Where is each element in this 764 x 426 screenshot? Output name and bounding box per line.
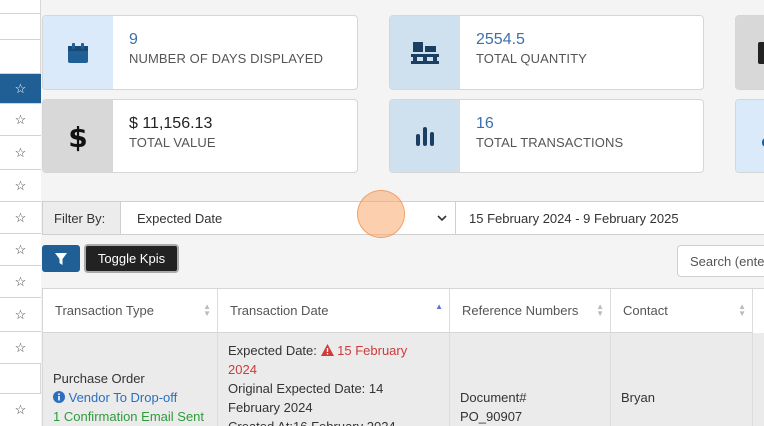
created-at-date: Created At:16 February 2024	[228, 417, 449, 426]
sidebar-row-blank	[0, 14, 41, 40]
dollar-icon: $	[68, 121, 87, 152]
column-header-label: Reference Numbers	[462, 303, 579, 318]
kpi-icon-box: $	[43, 100, 113, 172]
search-input[interactable]: Search (ente	[677, 245, 764, 277]
funnel-icon	[55, 252, 67, 265]
info-icon	[53, 391, 65, 403]
original-expected-date-cont: February 2024	[228, 400, 313, 415]
kpi-total-value: $ $ 11,156.13 TOTAL VALUE	[42, 99, 358, 173]
sidebar-row-blank	[0, 0, 41, 14]
column-header-label: Transaction Type	[55, 303, 154, 318]
warning-icon	[320, 344, 334, 356]
filter-button[interactable]	[42, 245, 80, 272]
kpi-icon-box	[736, 100, 764, 172]
sidebar-favorite-row[interactable]: ☆	[0, 202, 41, 234]
expected-date-value: 15 February	[337, 343, 408, 358]
cell-reference-numbers: Document# PO_90907	[450, 333, 611, 426]
sidebar-favorite-row[interactable]: ☆	[0, 234, 41, 266]
kpi-total-transactions: 16 TOTAL TRANSACTIONS	[389, 99, 704, 173]
kpi-value: 9	[129, 31, 138, 48]
filter-selected-value: Expected Date	[137, 210, 223, 226]
chevron-down-icon	[437, 215, 447, 222]
star-icon[interactable]: ☆	[15, 81, 27, 97]
sidebar-favorite-row[interactable]: ☆	[0, 332, 41, 364]
kpi-total-quantity: 2554.5 TOTAL QUANTITY	[389, 15, 704, 90]
kpi-value: $ 11,156.13	[129, 115, 213, 132]
sort-icon: ▲ ▼	[203, 302, 211, 318]
transactions-table: Transaction Type ▲ ▼ Transaction Date ▲ R…	[42, 288, 764, 426]
expected-date-line: Expected Date: 15 February	[228, 341, 449, 360]
sidebar-favorite-row[interactable]: ☆	[0, 136, 41, 170]
contact-name: Bryan	[621, 390, 655, 405]
column-header-transaction-date[interactable]: Transaction Date ▲	[218, 289, 450, 333]
kpi-icon-box	[390, 16, 460, 89]
calendar-icon	[68, 42, 88, 63]
original-expected-date: Original Expected Date: 14	[228, 381, 384, 396]
pallet-icon	[411, 41, 439, 64]
kpi-label: TOTAL TRANSACTIONS	[476, 135, 624, 150]
transaction-type-text: Purchase Order	[53, 371, 145, 386]
star-icon[interactable]: ☆	[15, 112, 27, 128]
sort-icon: ▲ ▼	[738, 302, 746, 318]
cell-transaction-date: Expected Date: 15 February 2024 Original…	[218, 333, 450, 426]
star-icon[interactable]: ☆	[15, 402, 27, 418]
column-header-label: Contact	[623, 303, 668, 318]
column-header-contact[interactable]: Contact ▲ ▼	[611, 289, 753, 333]
expected-date-value-year: 2024	[228, 362, 257, 377]
box-icon	[758, 41, 764, 64]
toggle-kpis-button[interactable]: Toggle Kpis	[84, 244, 179, 273]
star-icon[interactable]: ☆	[15, 307, 27, 323]
star-icon[interactable]: ☆	[15, 145, 27, 161]
cell-transaction-type: Purchase Order Vendor To Drop-off 1 Conf…	[43, 333, 218, 426]
kpi-label: NUMBER OF DAYS DISPLAYED	[129, 51, 324, 66]
cursor-indicator	[357, 190, 405, 238]
kpi-card-partial	[735, 15, 764, 90]
sidebar-favorite-row[interactable]: ☆	[0, 104, 41, 136]
sidebar-favorite-row[interactable]: ☆	[0, 170, 41, 202]
star-icon[interactable]: ☆	[15, 274, 27, 290]
filter-by-label: Filter By:	[42, 201, 121, 235]
svg-text:$: $	[68, 121, 87, 152]
star-icon[interactable]: ☆	[15, 178, 27, 194]
kpi-label: TOTAL QUANTITY	[476, 51, 587, 66]
delivery-method-text: Vendor To Drop-off	[68, 390, 178, 405]
cell-contact: Bryan	[611, 333, 753, 426]
star-icon[interactable]: ☆	[15, 340, 27, 356]
table-row[interactable]: Purchase Order Vendor To Drop-off 1 Conf…	[43, 333, 764, 426]
sidebar-favorite-row[interactable]: ☆	[0, 74, 41, 104]
sidebar-row-blank	[0, 40, 41, 74]
sidebar-favorite-row[interactable]: ☆	[0, 298, 41, 332]
bar-chart-icon	[416, 127, 434, 146]
date-range-input[interactable]: 15 February 2024 - 9 February 2025	[455, 201, 764, 235]
sidebar-favorite-row[interactable]: ☆	[0, 266, 41, 298]
kpi-card-partial	[735, 99, 764, 173]
sidebar-row-blank	[0, 364, 41, 394]
sidebar: ☆ ☆ ☆ ☆ ☆ ☆ ☆ ☆ ☆ ☆	[0, 0, 41, 426]
kpi-value: 16	[476, 115, 494, 132]
document-number-value: PO_90907	[460, 409, 523, 424]
kpi-label: TOTAL VALUE	[129, 135, 216, 150]
kpi-icon-box	[43, 16, 113, 89]
kpi-value: 2554.5	[476, 31, 525, 48]
kpi-days-displayed: 9 NUMBER OF DAYS DISPLAYED	[42, 15, 358, 90]
expected-date-label: Expected Date:	[228, 343, 317, 358]
confirmation-status: 1 Confirmation Email Sent	[53, 409, 205, 424]
filter-by-select[interactable]: Expected Date	[120, 201, 456, 235]
user-icon	[762, 138, 764, 147]
column-header-reference-numbers[interactable]: Reference Numbers ▲ ▼	[450, 289, 611, 333]
star-icon[interactable]: ☆	[15, 210, 27, 226]
star-icon[interactable]: ☆	[15, 242, 27, 258]
column-header-transaction-type[interactable]: Transaction Type ▲ ▼	[43, 289, 218, 333]
document-number-label: Document#	[460, 390, 527, 405]
kpi-icon-box	[736, 16, 764, 89]
column-header-label: Transaction Date	[230, 303, 329, 318]
delivery-method-link[interactable]: Vendor To Drop-off	[53, 388, 217, 407]
sort-asc-icon: ▲	[435, 302, 443, 311]
sort-icon: ▲ ▼	[596, 302, 604, 318]
sidebar-favorite-row[interactable]: ☆	[0, 394, 41, 426]
kpi-icon-box	[390, 100, 460, 172]
